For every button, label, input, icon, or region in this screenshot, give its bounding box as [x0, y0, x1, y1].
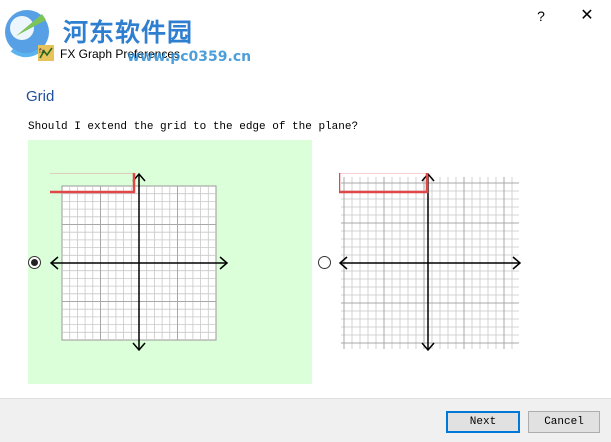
app-icon: fx	[38, 45, 54, 61]
question-text: Should I extend the grid to the edge of …	[28, 121, 359, 133]
graph-preview-contained	[50, 173, 229, 352]
close-button[interactable]: ✕	[574, 5, 600, 27]
svg-text:fx: fx	[39, 48, 45, 55]
cancel-button[interactable]: Cancel	[528, 411, 600, 433]
watermark-text: 河东软件园	[63, 18, 194, 47]
section-title: Grid	[26, 88, 55, 105]
help-button[interactable]: ?	[529, 5, 553, 27]
next-button[interactable]: Next	[446, 411, 520, 433]
watermark-url: www.pc0359.cn	[127, 49, 252, 65]
graph-preview-extended	[339, 173, 522, 352]
title-bar: 河东软件园 fx FX Graph Preferences www.pc0359…	[0, 0, 611, 78]
radio-grid-extended[interactable]	[318, 256, 331, 269]
footer: Next Cancel	[0, 398, 611, 442]
radio-grid-contained[interactable]	[28, 256, 41, 269]
